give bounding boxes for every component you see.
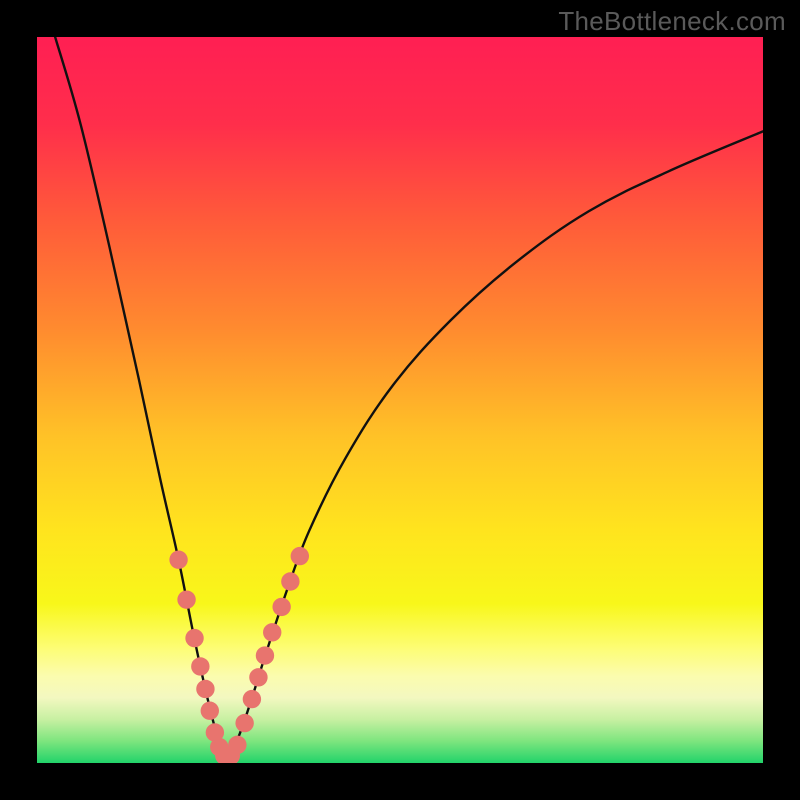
plot-area	[37, 37, 763, 763]
watermark-text: TheBottleneck.com	[558, 6, 786, 37]
background-gradient	[37, 37, 763, 763]
